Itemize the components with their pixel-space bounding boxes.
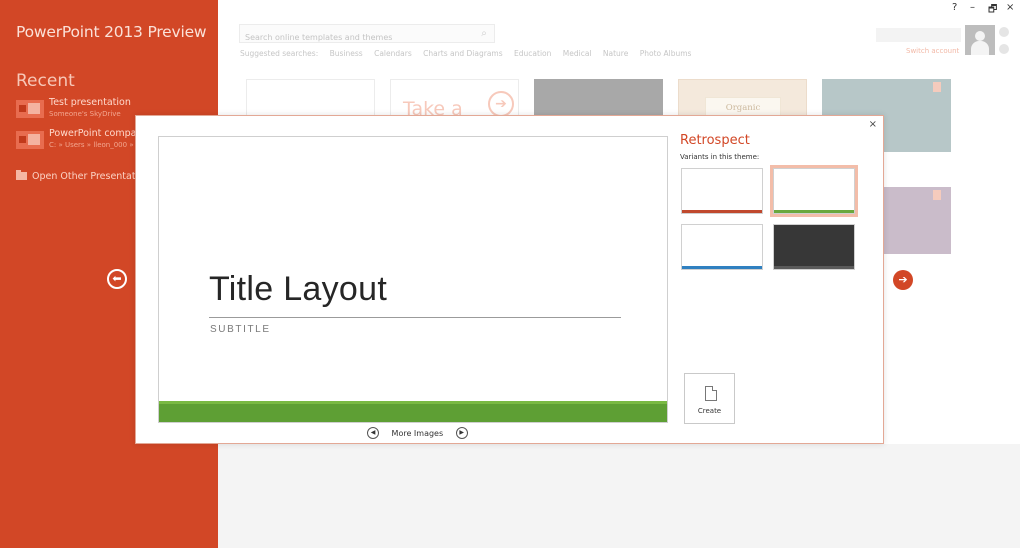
color-swatch [780, 213, 788, 214]
folder-icon [16, 170, 27, 180]
avatar[interactable] [965, 25, 995, 55]
switch-account-link[interactable]: Switch account [906, 47, 959, 55]
arrow-right-icon: ➔ [488, 91, 514, 117]
presentation-file-icon [16, 131, 44, 149]
suggested-link-calendars[interactable]: Calendars [374, 49, 412, 58]
slide-preview: Title Layout SUBTITLE [158, 136, 668, 423]
previous-template-button[interactable]: ⬅ [107, 269, 127, 289]
restore-button[interactable]: 🗗 [988, 2, 997, 19]
suggested-searches: Suggested searches: Business Calendars C… [240, 49, 700, 58]
next-template-button[interactable]: ➔ [893, 270, 913, 290]
search-icon[interactable]: ⌕ [476, 26, 492, 41]
bookmark-icon [933, 190, 941, 200]
color-swatch [733, 213, 741, 214]
color-swatch [825, 213, 833, 214]
suggested-link-business[interactable]: Business [330, 49, 363, 58]
preview-subtitle: SUBTITLE [210, 324, 271, 335]
color-swatch [697, 269, 705, 270]
theme-variant-1[interactable] [681, 168, 763, 214]
create-button[interactable]: Create [684, 373, 735, 424]
preview-color-band [159, 401, 667, 422]
search-input[interactable] [240, 29, 466, 46]
recent-heading: Recent [16, 71, 75, 91]
color-swatch [697, 213, 705, 214]
close-dialog-icon[interactable]: × [869, 119, 877, 130]
theme-variant-2[interactable] [773, 168, 855, 214]
preview-title: Title Layout [209, 270, 388, 308]
color-swatch [816, 213, 824, 214]
theme-variant-4[interactable] [773, 224, 855, 270]
gallery-lower-area [218, 444, 1020, 548]
theme-variant-3[interactable] [681, 224, 763, 270]
color-swatch [816, 269, 824, 270]
presentation-file-icon [16, 100, 44, 118]
more-images-nav: ◀ More Images ▶ [367, 427, 468, 439]
recent-item-name: Test presentation [49, 97, 131, 108]
color-swatch [807, 213, 815, 214]
suggested-link-education[interactable]: Education [514, 49, 551, 58]
color-swatch [715, 269, 723, 270]
color-swatch [789, 269, 797, 270]
minimize-button[interactable]: – [970, 2, 975, 13]
close-button[interactable]: × [1006, 2, 1014, 13]
bookmark-icon [933, 82, 941, 92]
color-swatch [780, 269, 788, 270]
color-swatch [706, 269, 714, 270]
color-swatch [807, 269, 815, 270]
previous-image-icon[interactable]: ◀ [367, 427, 379, 439]
account-name [876, 28, 961, 42]
recent-item-path: Someone's SkyDrive [49, 110, 121, 118]
suggested-link-charts[interactable]: Charts and Diagrams [423, 49, 503, 58]
status-dot [999, 27, 1009, 37]
color-swatch [706, 213, 714, 214]
new-document-icon [705, 386, 717, 401]
template-preview-dialog: × Title Layout SUBTITLE ◀ More Images ▶ … [135, 115, 884, 444]
suggested-link-photo-albums[interactable]: Photo Albums [640, 49, 692, 58]
color-swatch [724, 269, 732, 270]
user-icon [975, 31, 985, 41]
color-swatch [798, 269, 806, 270]
help-button[interactable]: ? [952, 2, 957, 13]
app-title: PowerPoint 2013 Preview [16, 23, 207, 41]
preview-divider [209, 317, 621, 318]
next-image-icon[interactable]: ▶ [455, 427, 468, 439]
theme-name: Retrospect [680, 133, 750, 148]
color-swatch [688, 269, 696, 270]
color-swatch [688, 213, 696, 214]
variants-label: Variants in this theme: [680, 153, 760, 161]
color-swatch [715, 213, 723, 214]
suggested-link-nature[interactable]: Nature [603, 49, 628, 58]
suggested-label: Suggested searches: [240, 49, 319, 58]
status-dot [999, 44, 1009, 54]
color-swatch [798, 213, 806, 214]
suggested-link-medical[interactable]: Medical [563, 49, 592, 58]
color-swatch [825, 269, 833, 270]
color-swatch [733, 269, 741, 270]
color-swatch [724, 213, 732, 214]
more-images-label: More Images [391, 428, 444, 438]
create-label: Create [697, 407, 722, 415]
color-swatch [789, 213, 797, 214]
template-search-box: ⌕ [239, 24, 495, 46]
